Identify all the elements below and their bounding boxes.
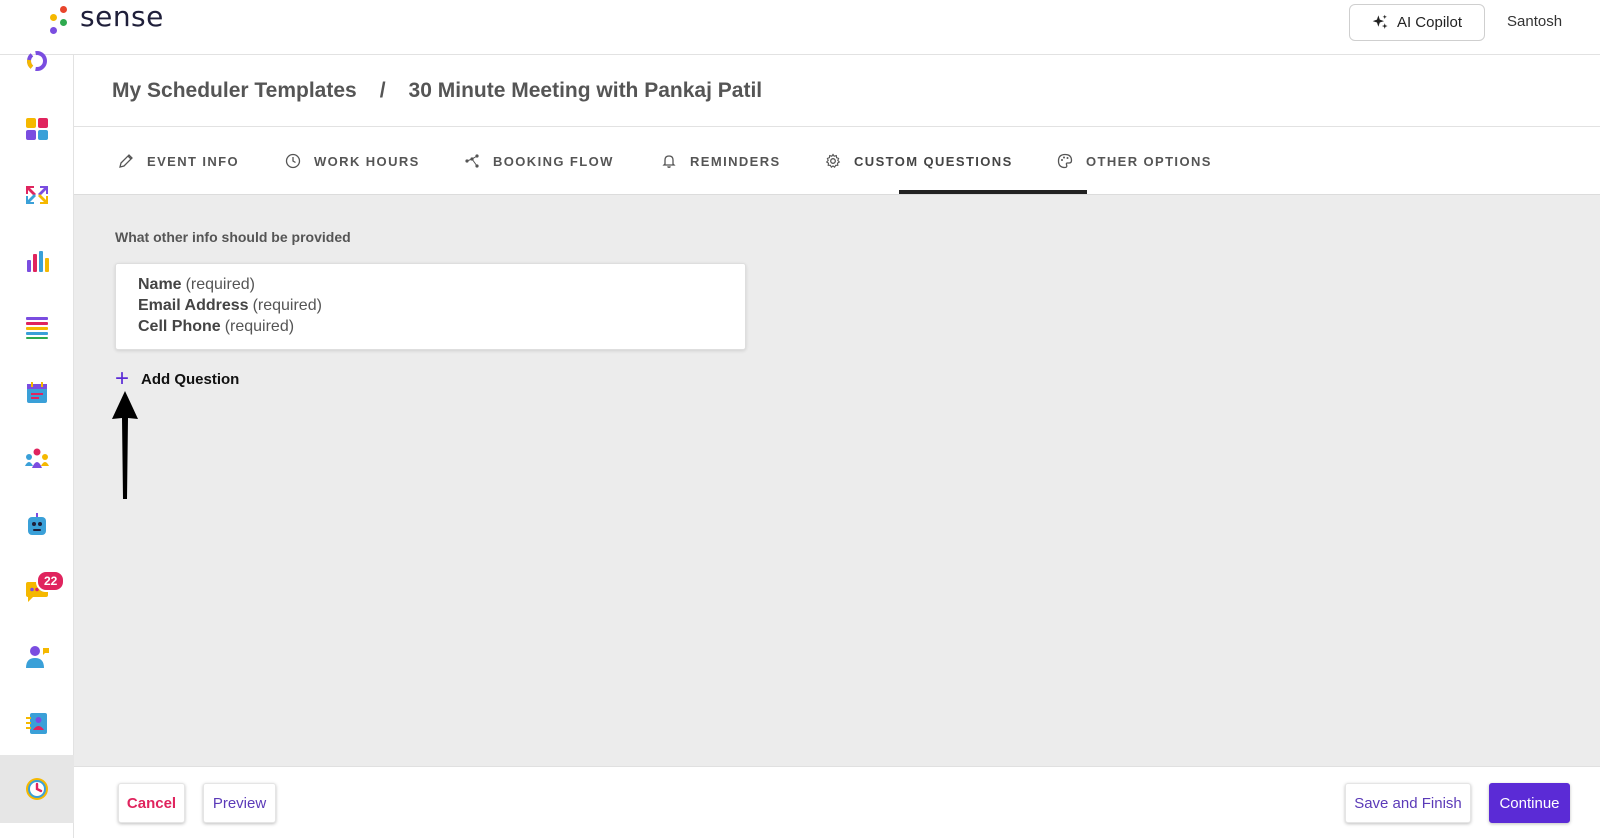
dashboard-grid-icon bbox=[26, 118, 48, 140]
chat-notification-badge: 22 bbox=[36, 570, 66, 592]
continue-button[interactable]: Continue bbox=[1489, 783, 1570, 823]
pencil-icon bbox=[119, 154, 133, 168]
tab-label: EVENT INFO bbox=[147, 153, 240, 169]
list-icon bbox=[26, 317, 48, 339]
bot-icon bbox=[28, 513, 46, 535]
question-required-note: (required) bbox=[185, 276, 255, 293]
logo-text: sense bbox=[80, 0, 164, 33]
tab-reminders[interactable]: REMINDERS bbox=[661, 127, 781, 195]
sidebar-item-lists[interactable] bbox=[0, 299, 74, 355]
sidebar-item-reports[interactable] bbox=[0, 233, 74, 289]
sidebar-item-bot[interactable] bbox=[0, 497, 74, 553]
breadcrumb-current: 30 Minute Meeting with Pankaj Patil bbox=[408, 78, 763, 102]
top-bar: sense AI Copilot Santosh bbox=[0, 0, 1600, 55]
ai-copilot-button[interactable]: AI Copilot bbox=[1349, 4, 1485, 41]
main-content: What other info should be provided Name(… bbox=[74, 195, 1600, 766]
section-label: What other info should be provided bbox=[115, 229, 351, 245]
tab-label: BOOKING FLOW bbox=[493, 153, 614, 169]
question-required-note: (required) bbox=[224, 318, 295, 335]
sidebar-item-dashboard[interactable] bbox=[0, 101, 74, 157]
sidebar-item-scheduler[interactable] bbox=[0, 755, 74, 823]
calendar-icon bbox=[27, 382, 47, 403]
user-name[interactable]: Santosh bbox=[1507, 13, 1562, 30]
scheduler-clock-icon bbox=[26, 778, 48, 800]
flow-icon bbox=[465, 154, 479, 168]
sidebar-item-loading[interactable] bbox=[0, 33, 74, 89]
tab-event-info[interactable]: EVENT INFO bbox=[118, 127, 239, 195]
bell-icon bbox=[662, 155, 676, 168]
tab-work-hours[interactable]: WORK HOURS bbox=[285, 127, 420, 195]
tab-label: OTHER OPTIONS bbox=[1086, 153, 1212, 169]
add-question-button[interactable]: + Add Question bbox=[115, 367, 239, 391]
tab-bar: EVENT INFO WORK HOURS BOOKING FLOW REMIN… bbox=[74, 127, 1600, 195]
annotation-arrow-icon bbox=[112, 391, 138, 499]
sparkle-icon bbox=[1372, 14, 1388, 29]
sidebar-item-contacts[interactable] bbox=[0, 695, 74, 751]
question-required-note: (required) bbox=[252, 297, 322, 314]
contacts-icon bbox=[26, 713, 47, 734]
breadcrumb: My Scheduler Templates / 30 Minute Meeti… bbox=[74, 55, 1600, 127]
question-name: Cell Phone bbox=[138, 318, 221, 335]
breadcrumb-parent-link[interactable]: My Scheduler Templates bbox=[112, 79, 357, 103]
sidebar-item-team[interactable] bbox=[0, 431, 74, 487]
questions-card[interactable]: Name (required) Email Address (required) C… bbox=[115, 263, 746, 350]
logo-dots-icon bbox=[46, 2, 70, 36]
sidebar: 22 bbox=[0, 51, 74, 838]
tab-label: CUSTOM QUESTIONS bbox=[854, 153, 1013, 169]
team-icon bbox=[25, 448, 49, 468]
palette-icon bbox=[1057, 153, 1073, 169]
tab-label: REMINDERS bbox=[690, 153, 781, 169]
tab-custom-questions[interactable]: CUSTOM QUESTIONS bbox=[825, 127, 1013, 195]
save-and-finish-button[interactable]: Save and Finish bbox=[1345, 783, 1471, 823]
loading-ring-icon bbox=[27, 51, 47, 71]
tab-other-options[interactable]: OTHER OPTIONS bbox=[1057, 127, 1212, 195]
question-name: Name bbox=[138, 276, 182, 293]
sidebar-item-exchange[interactable] bbox=[0, 167, 74, 223]
tab-label: WORK HOURS bbox=[314, 153, 420, 169]
question-row[interactable]: Cell Phone (required) bbox=[138, 316, 723, 337]
footer-bar: Cancel Preview Save and Finish Continue bbox=[74, 766, 1600, 838]
tab-booking-flow[interactable]: BOOKING FLOW bbox=[464, 127, 614, 195]
user-chat-icon bbox=[26, 646, 49, 668]
question-row[interactable]: Email Address (required) bbox=[138, 295, 723, 316]
ai-copilot-label: AI Copilot bbox=[1396, 14, 1463, 31]
active-tab-indicator bbox=[899, 190, 1087, 194]
preview-button[interactable]: Preview bbox=[203, 783, 276, 823]
sidebar-item-chat[interactable]: 22 bbox=[0, 563, 74, 619]
question-name: Email Address bbox=[138, 297, 249, 314]
gear-icon bbox=[825, 153, 841, 169]
arrows-exchange-icon bbox=[26, 186, 48, 204]
question-row[interactable]: Name (required) bbox=[138, 274, 723, 295]
clock-icon bbox=[285, 153, 301, 169]
cancel-button[interactable]: Cancel bbox=[118, 783, 185, 823]
bar-chart-icon bbox=[27, 251, 49, 272]
sense-logo[interactable]: sense bbox=[46, 0, 164, 36]
add-question-label: Add Question bbox=[141, 370, 240, 388]
sidebar-item-calendar[interactable] bbox=[0, 365, 74, 421]
sidebar-item-user-chat[interactable] bbox=[0, 629, 74, 685]
breadcrumb-separator: / bbox=[379, 78, 386, 102]
plus-icon: + bbox=[115, 365, 130, 392]
